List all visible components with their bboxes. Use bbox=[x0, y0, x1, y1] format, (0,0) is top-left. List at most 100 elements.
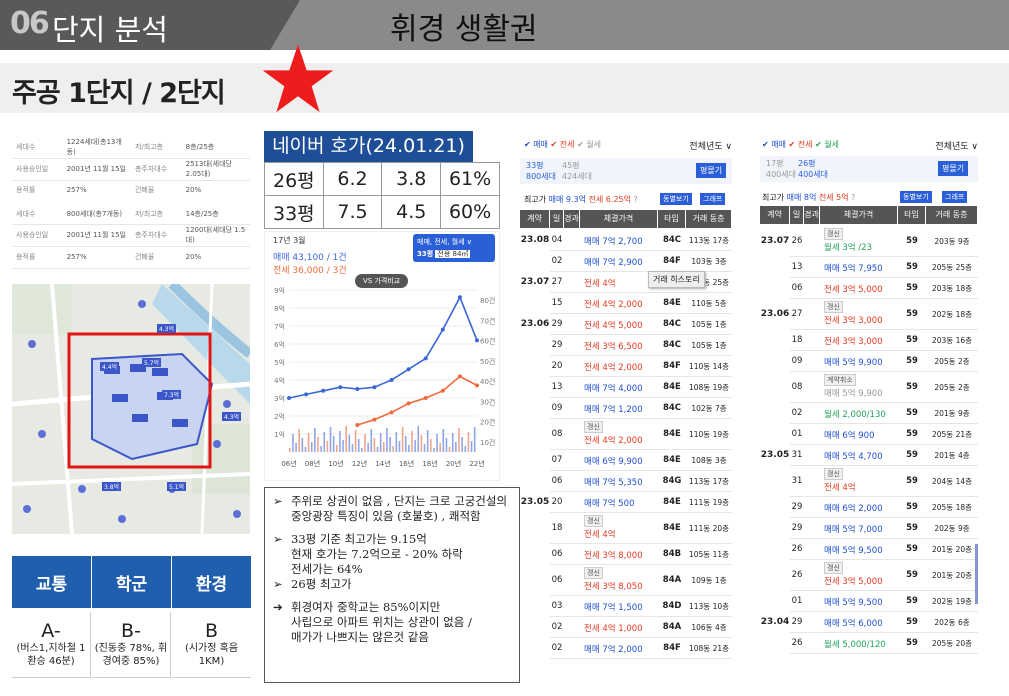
complex-map[interactable]: 4.4억 5.7억 4.3억 4.3억 7.3억 3.8억 5.1억 bbox=[12, 284, 250, 534]
building-floor: 201동 20층 bbox=[931, 544, 973, 554]
volume-bar bbox=[464, 446, 467, 452]
table-row[interactable]: 01 매매 6억 900 59 205동 21층 bbox=[760, 424, 978, 445]
trade-tabs[interactable]: ✔ 매매 ✔ 전세 ✔ 월세 bbox=[524, 139, 601, 150]
dong-view-button[interactable]: 동별보기 bbox=[660, 193, 692, 205]
year-select[interactable]: 전체년도 ∨ bbox=[689, 139, 732, 152]
scrollbar[interactable] bbox=[975, 544, 978, 604]
analysis-memo: ➢ 주위로 상권이 없음 , 단지는 크로 고궁건설의 중앙광장 특징이 있음 (… bbox=[264, 487, 520, 683]
volume-bar bbox=[336, 445, 338, 452]
table-row[interactable]: 08 매매 5억 9,900 계약취소 59 205동 2층 bbox=[760, 372, 978, 403]
info-value: 1224세대(총13개동) bbox=[62, 136, 131, 159]
contract-day: 27 bbox=[791, 308, 803, 319]
column-header[interactable]: 일 bbox=[790, 206, 803, 224]
table-row[interactable]: 26 전세 3억 5,000 갱신 59 201동 20층 bbox=[760, 560, 978, 591]
graph-button[interactable]: 그래프 bbox=[942, 191, 968, 203]
table-row[interactable]: 26 매매 5억 9,500 59 201동 20층 bbox=[760, 539, 978, 560]
building-floor: 205동 20층 bbox=[931, 638, 973, 648]
table-row[interactable]: 09 매매 5억 9,900 59 205동 2층 bbox=[760, 351, 978, 372]
table-row[interactable]: 13 매매 7억 4,000 84E 108동 19층 bbox=[520, 377, 732, 398]
size-tab-45[interactable]: 45평 424세대 bbox=[562, 160, 592, 182]
contract-day: 09 bbox=[791, 355, 803, 366]
column-header[interactable]: 타입 bbox=[898, 206, 925, 224]
trade-price: 전세 3억 5,000 bbox=[824, 284, 883, 295]
map-label[interactable]: 4.3억 bbox=[222, 412, 242, 421]
contract-day: 29 bbox=[551, 318, 563, 329]
row-divider bbox=[790, 653, 978, 654]
table-row[interactable]: 23.06 27 전세 3억 3,000 갱신 59 202동 18층 bbox=[760, 299, 978, 330]
table-row[interactable]: 20 전세 4억 2,000 84F 110동 14층 bbox=[520, 356, 732, 377]
column-header[interactable]: 계약 bbox=[760, 206, 789, 224]
grade-head-environment: 환경 bbox=[172, 556, 251, 608]
map-label[interactable]: 5.1억 bbox=[167, 482, 187, 491]
table-cell: 33평 bbox=[264, 195, 324, 229]
building-floor: 201동 9층 bbox=[934, 408, 970, 418]
table-row[interactable]: 06 전세 3억 5,000 59 203동 18층 bbox=[760, 278, 978, 299]
table-row[interactable]: 06 전세 3억 8,000 84B 105동 11층 bbox=[520, 544, 732, 565]
contract-day: 06 bbox=[551, 475, 563, 486]
volume-bar bbox=[345, 426, 347, 452]
expand-button[interactable]: 평몰기 bbox=[696, 163, 727, 178]
column-header[interactable]: 거래 동층 bbox=[686, 210, 731, 228]
column-header[interactable]: 타입 bbox=[658, 210, 685, 228]
y-tick-label: 7억 bbox=[274, 323, 285, 331]
expand-button[interactable]: 평몰기 bbox=[938, 161, 969, 176]
table-row[interactable]: 31 전세 4억 갱신 59 204동 14층 bbox=[760, 466, 978, 497]
column-header[interactable]: 체결가격 bbox=[820, 206, 897, 224]
table-row[interactable]: 02 매매 7억 2,900 84F 103동 3층 bbox=[520, 251, 732, 272]
map-label[interactable]: 3.8억 bbox=[102, 482, 122, 491]
table-row[interactable]: 29 매매 5억 7,000 59 202동 9층 bbox=[760, 518, 978, 539]
table-row[interactable]: 23.05 20 매매 7억 500 84E 111동 19층 bbox=[520, 492, 732, 513]
table-row[interactable]: 07 매매 6억 9,900 84E 108동 3층 bbox=[520, 450, 732, 471]
table-row[interactable]: 06 전세 3억 8,050 갱신 84A 109동 1층 bbox=[520, 565, 732, 596]
size-tab-26[interactable]: 26평 400세대 bbox=[798, 158, 828, 180]
map-label[interactable]: 4.4억 bbox=[100, 362, 120, 371]
column-header[interactable]: 경과 bbox=[804, 206, 819, 224]
year-select[interactable]: 전체년도 ∨ bbox=[935, 139, 978, 152]
table-row[interactable]: 23.08 04 매매 7억 2,700 84C 113동 17층 bbox=[520, 230, 732, 251]
column-header[interactable]: 일 bbox=[550, 210, 563, 228]
volume-bar bbox=[357, 439, 360, 452]
table-row[interactable]: 03 매매 7억 1,500 84D 113동 10층 bbox=[520, 596, 732, 617]
table-row[interactable]: 23.04 29 매매 5억 6,000 59 202동 6층 bbox=[760, 612, 978, 633]
table-row[interactable]: 23.05 31 매매 5억 4,700 59 201동 4층 bbox=[760, 445, 978, 466]
table-row[interactable]: 29 전세 3억 6,500 84C 105동 1층 bbox=[520, 335, 732, 356]
info-key: 세대수 bbox=[12, 136, 63, 159]
table-row[interactable]: 13 매매 5억 7,950 59 205동 25층 bbox=[760, 257, 978, 278]
column-header[interactable]: 경과 bbox=[564, 210, 579, 228]
map-label[interactable]: 4.3억 bbox=[157, 324, 177, 333]
table-row[interactable]: 29 매매 6억 2,000 59 205동 18층 bbox=[760, 497, 978, 518]
table-row[interactable]: 26 월세 5,000/120 59 205동 20층 bbox=[760, 633, 978, 654]
table-row[interactable]: 02 매매 7억 2,000 84F 108동 21층 bbox=[520, 638, 732, 659]
table-row[interactable]: 01 매매 5억 9,500 59 202동 19층 bbox=[760, 591, 978, 612]
trade-type-select[interactable]: 매매, 전세, 월세 ∨ 33평 전용 84㎡ bbox=[413, 234, 495, 262]
table-row[interactable]: 08 전세 4억 2,000 갱신 84E 110동 19층 bbox=[520, 419, 732, 450]
column-header[interactable]: 계약 bbox=[520, 210, 549, 228]
table-row[interactable]: 18 전세 3억 3,000 59 203동 16층 bbox=[760, 330, 978, 351]
map-label[interactable]: 7.3억 bbox=[162, 390, 182, 399]
trade-tabs[interactable]: ✔ 매매 ✔ 전세 ✔ 월세 bbox=[762, 139, 839, 150]
naver-price-table: 26평 6.2 3.8 61% 33평 7.5 4.5 60% bbox=[264, 162, 500, 229]
map-label[interactable]: 5.7억 bbox=[142, 358, 162, 367]
contract-month: 23.07 bbox=[520, 276, 550, 287]
y-tick-label: 1억 bbox=[274, 431, 285, 439]
table-row[interactable]: 09 매매 7억 1,200 84C 102동 7층 bbox=[520, 398, 732, 419]
trade-price: 매매 6억 900 bbox=[824, 430, 875, 441]
table-row[interactable]: 02 전세 4억 1,000 84A 106동 4층 bbox=[520, 617, 732, 638]
trade-price: 전세 4억 bbox=[584, 278, 616, 289]
size-tab-17[interactable]: 17평 400세대 bbox=[766, 158, 796, 180]
table-row[interactable]: 18 전세 4억 갱신 84E 111동 20층 bbox=[520, 513, 732, 544]
table-row[interactable]: 06 매매 7억 5,350 84G 113동 17층 bbox=[520, 471, 732, 492]
size-tab-33[interactable]: 33평 800세대 bbox=[526, 160, 556, 182]
table-row[interactable]: 23.07 26 월세 3억 /23 갱신 59 203동 9층 bbox=[760, 226, 978, 257]
table-row[interactable]: 23.06 29 전세 4억 5,000 84C 105동 1층 bbox=[520, 314, 732, 335]
column-header[interactable]: 거래 동층 bbox=[926, 206, 977, 224]
graph-button[interactable]: 그래프 bbox=[700, 193, 726, 205]
column-header[interactable]: 체결가격 bbox=[580, 210, 657, 228]
table-row[interactable]: 15 전세 4억 2,000 84E 110동 5층 bbox=[520, 293, 732, 314]
info-value: 14층/25층 bbox=[181, 200, 250, 225]
building-floor: 201동 20층 bbox=[931, 570, 973, 580]
trade-price: 매매 7억 2,900 bbox=[584, 257, 643, 268]
x-tick-label: 18년 bbox=[422, 459, 437, 468]
table-row[interactable]: 02 월세 2,000/130 59 201동 9층 bbox=[760, 403, 978, 424]
dong-view-button[interactable]: 동별보기 bbox=[900, 191, 932, 203]
